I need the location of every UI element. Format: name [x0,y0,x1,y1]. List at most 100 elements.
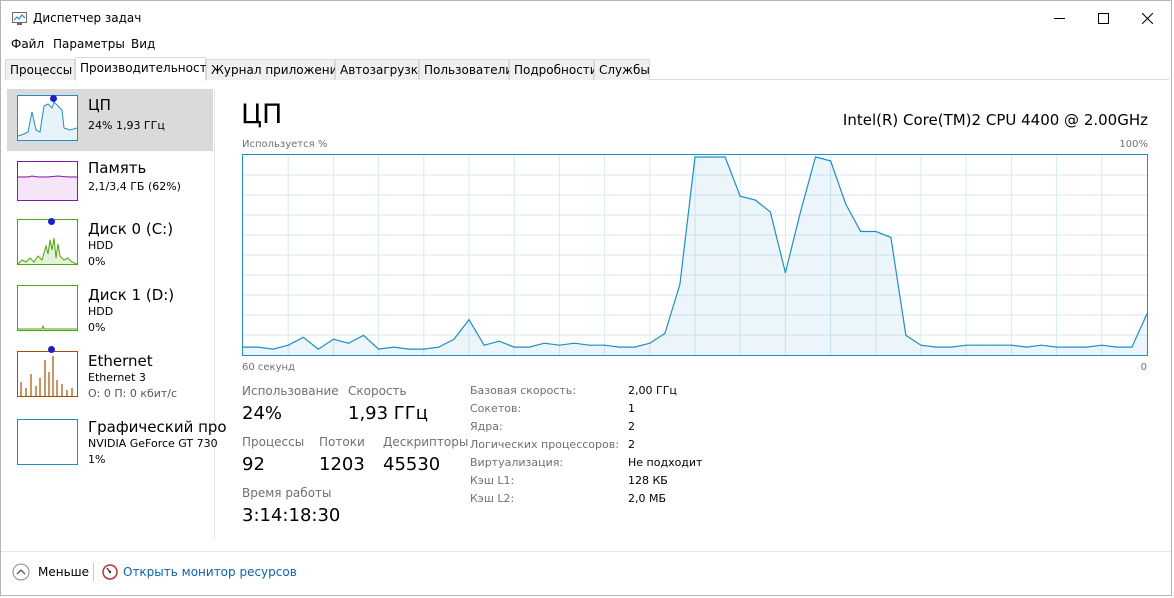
fewer-details-button[interactable]: Меньше [38,565,89,579]
cpu-usage-point [965,344,967,346]
tab-app-history[interactable]: Журнал приложений [206,59,345,80]
cpu-usage-point [814,156,817,158]
cpu-usage-point [332,338,334,340]
graph-y-label: Используется % [242,139,328,150]
menu-options[interactable]: Параметры [53,37,125,51]
cpu-usage-point [995,344,997,346]
cpu-usage-chart [243,155,1147,355]
sidebar-item-ethernet[interactable]: Ethernet Ethernet 3 О: 0 П: 0 кбит/с [7,345,213,407]
cpu-usage-point [845,203,847,205]
handles-value: 45530 [383,454,441,475]
cpu-usage-point [453,338,455,340]
cpu-dot-icon [50,95,57,102]
sidebar-item-disk0[interactable]: Диск 0 (C:) HDD 0% [7,213,213,275]
window-title: Диспетчер задач [33,11,142,25]
cpu-usage-point [1086,346,1088,348]
tab-performance[interactable]: Производительность [75,57,214,81]
cpu-usage-point [619,346,621,348]
menu-file[interactable]: Файл [11,37,44,51]
sidebar-item-cpu[interactable]: ЦП 24% 1,93 ГГц [7,89,213,151]
cpu-usage-point [423,348,425,350]
cpu-usage-point [905,334,907,336]
processes-value: 92 [242,454,265,475]
tab-processes[interactable]: Процессы [5,59,75,80]
sidebar-item-gpu[interactable]: Графический про NVIDIA GeForce GT 730 1% [7,411,227,473]
cpu-usage-point [438,346,440,348]
sidebar-gpu-line2: 1% [88,453,106,466]
cpu-model-name: Intel(R) Core(TM)2 CPU 4400 @ 2.00GHz [842,111,1148,129]
cpu-usage-point [302,336,304,338]
cpu-usage-point [830,160,832,162]
close-icon [1141,12,1153,24]
sidebar-disk0-line1: HDD [88,239,114,252]
ethernet-dot-icon [48,346,55,353]
info-key: Кэш L1: [470,474,515,487]
graph-x-end-label: 0 [1140,362,1147,373]
cpu-usage-point [272,348,274,350]
cpu-usage-point [347,342,350,344]
cpu-usage-point [1131,346,1133,348]
info-value: 128 КБ [628,474,668,487]
sidebar-ethernet-title: Ethernet [88,352,153,370]
cpu-usage-point [1116,346,1118,348]
gpu-thumbnail-graph [17,419,78,465]
sidebar-disk1-line1: HDD [88,305,114,318]
threads-value: 1203 [319,454,365,475]
minimize-button[interactable] [1036,1,1082,35]
cpu-usage-point [528,346,530,348]
cpu-usage-point [1025,346,1028,348]
resource-sidebar: ЦП 24% 1,93 ГГц Память 2,1/3,4 ГБ (62%) … [7,89,227,539]
chevron-up-icon[interactable] [12,563,30,581]
speed-label: Скорость [348,384,407,398]
uptime-value: 3:14:18:30 [242,505,341,526]
cpu-usage-point [543,342,545,344]
info-key: Виртуализация: [470,456,564,469]
cpu-usage-point [664,332,666,334]
cpu-usage-point [890,236,892,238]
sidebar-memory-title: Память [88,159,147,177]
sidebar-ethernet-line2: О: 0 П: 0 кбит/с [88,387,178,400]
sidebar-item-memory[interactable]: Память 2,1/3,4 ГБ (62%) [7,151,213,213]
cpu-usage-point [1056,346,1058,348]
usage-value: 24% [242,403,283,424]
tab-users[interactable]: Пользователи [419,59,513,80]
open-resource-monitor-link[interactable]: Открыть монитор ресурсов [123,565,297,579]
cpu-usage-point [739,195,741,197]
maximize-icon [1097,12,1109,24]
sidebar-cpu-title: ЦП [88,96,111,114]
cpu-usage-point [287,344,289,346]
info-value: 2,0 МБ [628,492,667,505]
cpu-usage-point [588,344,591,346]
cpu-usage-point [362,334,365,336]
sidebar-ethernet-line1: Ethernet 3 [88,371,146,384]
ethernet-thumbnail-graph [17,351,78,397]
cpu-usage-graph [242,154,1148,356]
tab-services[interactable]: Службы [594,59,650,80]
cpu-usage-point [468,319,470,321]
sidebar-cpu-line: 24% 1,93 ГГц [88,119,165,132]
task-manager-app-icon [12,12,27,25]
cpu-usage-point [679,283,681,285]
tab-details[interactable]: Подробности [509,59,598,80]
tab-startup[interactable]: Автозагрузка [335,59,425,80]
disk0-dot-icon [48,218,55,225]
menu-view[interactable]: Вид [131,37,155,51]
disk1-thumbnail-graph [17,285,78,331]
cpu-usage-point [935,346,937,348]
sidebar-disk1-line2: 0% [88,321,106,334]
cpu-usage-point [784,272,787,274]
cpu-usage-point [498,340,500,342]
close-button[interactable] [1124,1,1170,35]
sidebar-disk1-title: Диск 1 (D:) [88,286,175,304]
info-key: Ядра: [470,420,503,433]
sidebar-disk0-title: Диск 0 (C:) [88,220,174,238]
maximize-button[interactable] [1080,1,1126,35]
sidebar-item-disk1[interactable]: Диск 1 (D:) HDD 0% [7,279,213,341]
info-value: 2 [628,420,635,433]
cpu-usage-point [724,156,726,158]
threads-label: Потоки [319,435,365,449]
cpu-usage-point [769,211,771,213]
info-value: 2,00 ГГц [628,384,677,397]
cpu-usage-point [1071,346,1073,348]
resource-monitor-icon [102,564,118,580]
